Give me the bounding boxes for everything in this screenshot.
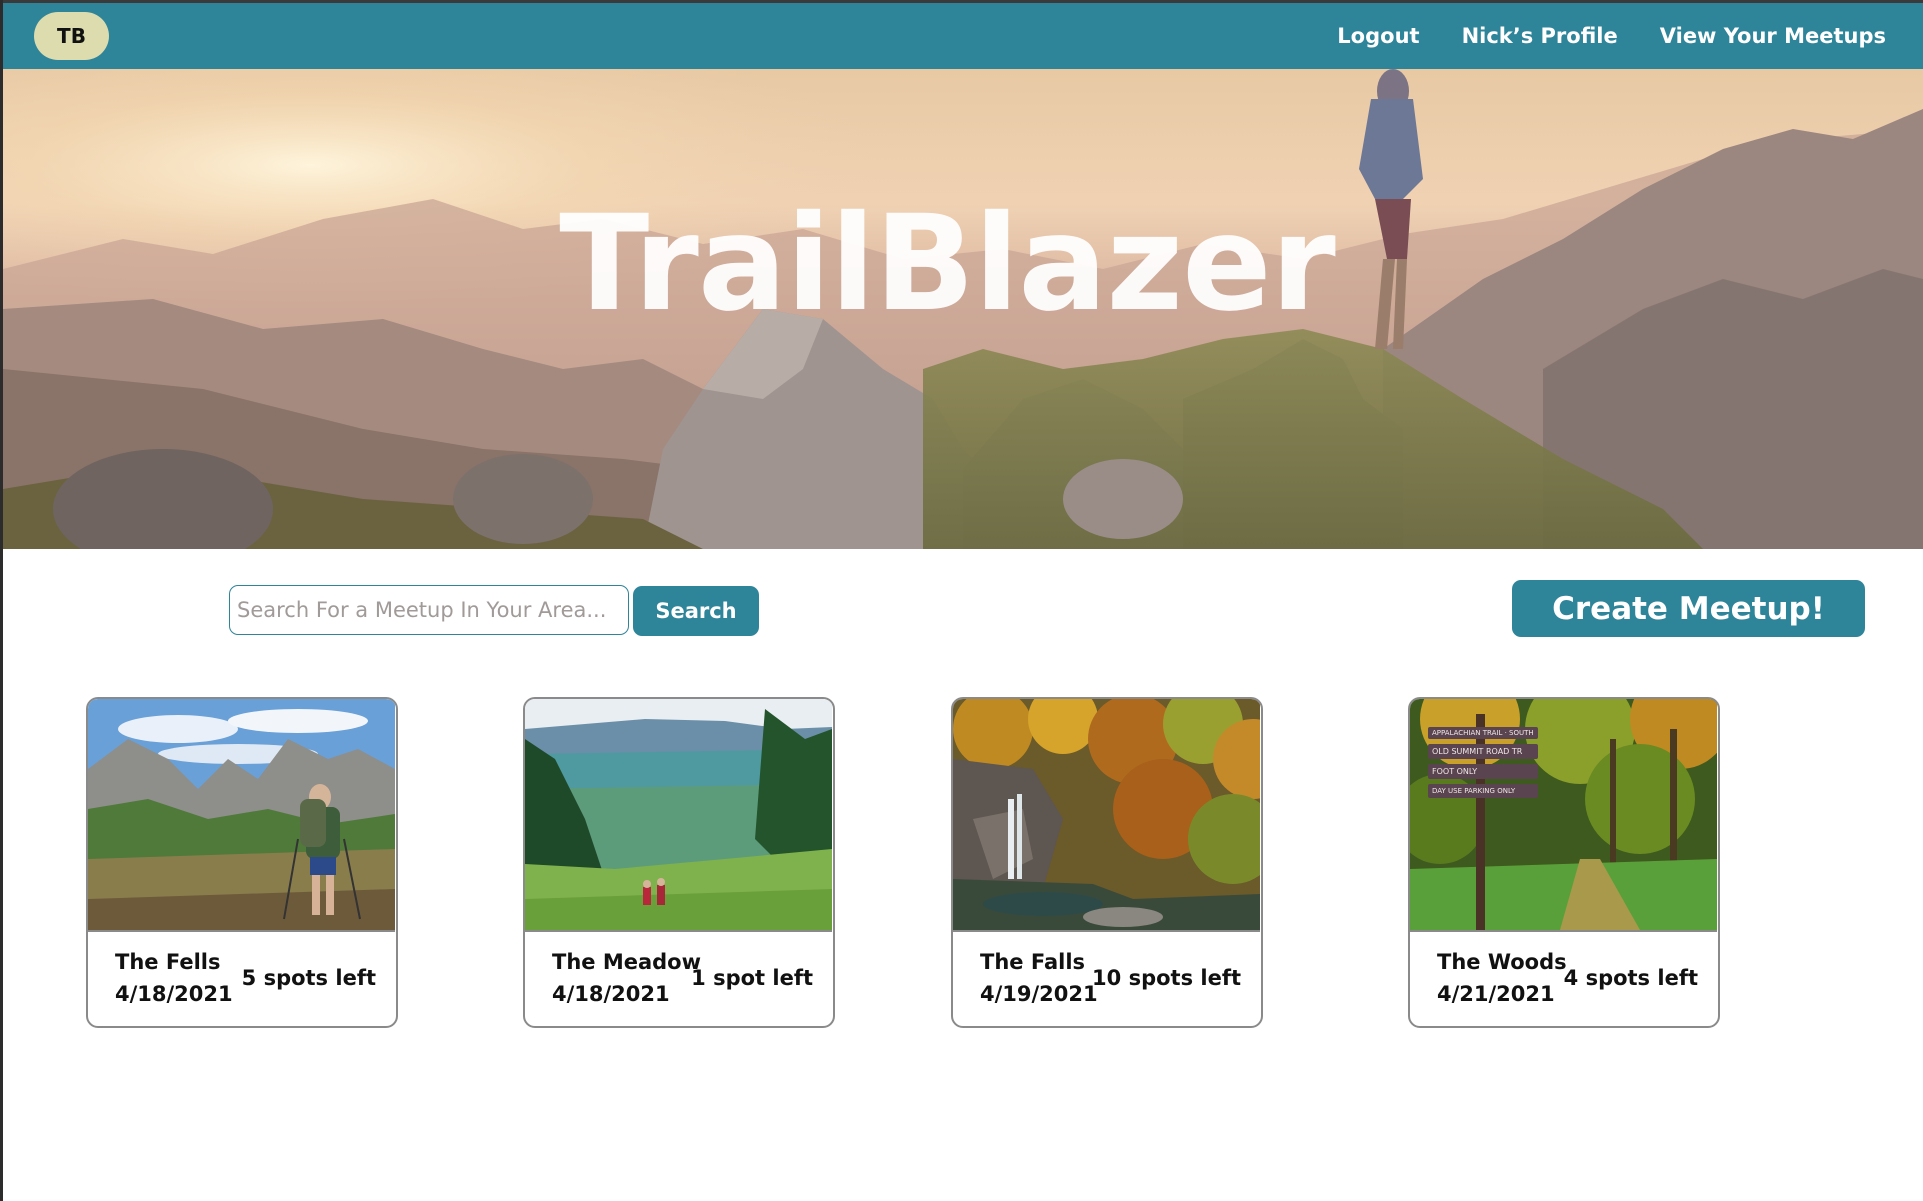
hero-banner: TrailBlazer	[3, 69, 1923, 549]
waterfall-in-autumn-forest-photo	[953, 699, 1260, 930]
trail-sign-board: OLD SUMMIT ROAD TR	[1428, 744, 1538, 759]
spots-left: 10 spots left	[1092, 966, 1241, 990]
spots-left: 1 spot left	[691, 966, 813, 990]
nav-links: Logout Nick’s Profile View Your Meetups	[1337, 3, 1886, 69]
trail-sign-board: DAY USE PARKING ONLY	[1428, 784, 1538, 798]
meetup-name: The Woods	[1437, 950, 1567, 974]
trail-sign-board: FOOT ONLY	[1428, 764, 1538, 779]
card-info: The Falls 4/19/2021 10 spots left	[953, 930, 1260, 1025]
hiker-in-mountain-valley-photo	[88, 699, 395, 930]
create-meetup-button[interactable]: Create Meetup!	[1512, 580, 1865, 637]
meetup-date: 4/21/2021	[1437, 982, 1555, 1006]
meetup-name: The Fells	[115, 950, 221, 974]
navbar: TB Logout Nick’s Profile View Your Meetu…	[3, 3, 1923, 69]
search-button[interactable]: Search	[633, 586, 759, 636]
view-meetups-link[interactable]: View Your Meetups	[1660, 24, 1886, 48]
card-info: The Woods 4/21/2021 4 spots left	[1410, 930, 1717, 1025]
meetup-card-fells[interactable]: The Fells 4/18/2021 5 spots left	[86, 697, 398, 1028]
trail-sign-board: APPALACHIAN TRAIL · SOUTH	[1428, 727, 1538, 739]
profile-link[interactable]: Nick’s Profile	[1462, 24, 1618, 48]
meetup-card-falls[interactable]: The Falls 4/19/2021 10 spots left	[951, 697, 1263, 1028]
logout-link[interactable]: Logout	[1337, 24, 1419, 48]
meetup-name: The Falls	[980, 950, 1086, 974]
trail-sign-in-forest-photo: APPALACHIAN TRAIL · SOUTH OLD SUMMIT ROA…	[1410, 699, 1717, 930]
search-input[interactable]	[229, 585, 629, 635]
card-info: The Meadow 4/18/2021 1 spot left	[525, 930, 832, 1025]
card-info: The Fells 4/18/2021 5 spots left	[88, 930, 395, 1025]
meetup-card-meadow[interactable]: The Meadow 4/18/2021 1 spot left	[523, 697, 835, 1028]
meadow-overlooking-hills-photo	[525, 699, 832, 930]
meetup-date: 4/19/2021	[980, 982, 1098, 1006]
spots-left: 4 spots left	[1563, 966, 1698, 990]
meetup-name: The Meadow	[552, 950, 701, 974]
hero-title: TrailBlazer	[559, 187, 1336, 341]
meetup-date: 4/18/2021	[552, 982, 670, 1006]
spots-left: 5 spots left	[241, 966, 376, 990]
trail-sign: APPALACHIAN TRAIL · SOUTH OLD SUMMIT ROA…	[1428, 727, 1538, 798]
logo-badge[interactable]: TB	[34, 12, 109, 60]
meetup-card-woods[interactable]: APPALACHIAN TRAIL · SOUTH OLD SUMMIT ROA…	[1408, 697, 1720, 1028]
meetup-date: 4/18/2021	[115, 982, 233, 1006]
